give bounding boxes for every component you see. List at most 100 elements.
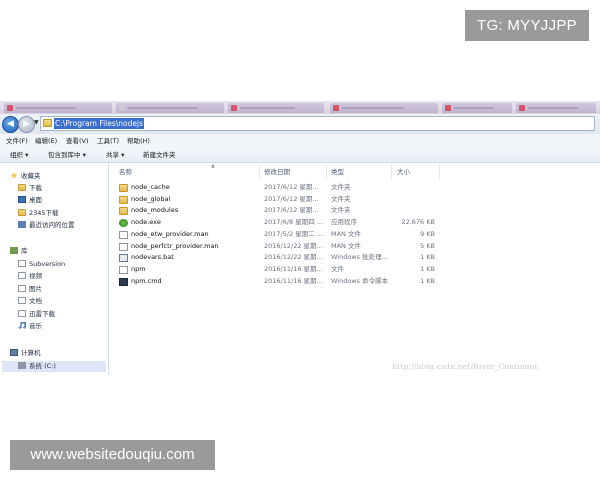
file-row[interactable]: nodevars.bat 2016/12/22 星期... Windows 批处理.…	[109, 252, 600, 264]
nav-computer[interactable]: 计算机	[10, 348, 41, 359]
include-in-library-button[interactable]: 包含到库中 ▾	[48, 150, 86, 160]
cmd-script-icon	[119, 277, 128, 286]
documents-library-icon	[18, 297, 26, 304]
nav-item-label: 文档	[29, 297, 42, 305]
file-row[interactable]: node_global 2017/6/12 星期... 文件夹	[109, 194, 600, 206]
column-header-date[interactable]: 修改日期	[264, 167, 290, 177]
file-name: node.exe	[131, 218, 161, 227]
navigation-pane: 收藏夹 下载 桌面 2345下载 最近访问的位置 库 Subversion 视频…	[0, 163, 109, 375]
file-row[interactable]: node_cache 2017/6/12 星期... 文件夹	[109, 182, 600, 194]
file-size	[391, 205, 435, 217]
file-size: 5 KB	[420, 241, 435, 250]
file-type: Windows 命令脚本	[331, 276, 389, 285]
nav-item-subversion[interactable]: Subversion	[18, 259, 65, 270]
address-path[interactable]: C:\Program Files\nodejs	[54, 118, 145, 129]
file-row[interactable]: node.exe 2017/6/8 星期四 ... 应用程序 22,676 KB	[109, 217, 600, 229]
nav-library[interactable]: 库	[10, 246, 28, 257]
nav-item-documents[interactable]: 文档	[18, 296, 42, 307]
tab-favicon-icon	[7, 105, 13, 111]
column-divider[interactable]	[326, 165, 327, 179]
column-divider[interactable]	[391, 165, 392, 179]
subversion-library-icon	[18, 260, 26, 267]
browser-tab-strip	[0, 101, 600, 114]
nav-item-system-drive[interactable]: 系统 (C:)	[2, 361, 106, 372]
file-name: nodevars.bat	[131, 253, 174, 262]
file-type: MAN 文件	[331, 241, 361, 250]
browser-tab[interactable]	[116, 103, 224, 113]
music-note-icon	[18, 322, 26, 329]
file-icon	[119, 230, 128, 239]
menu-edit[interactable]: 编辑(E)	[35, 136, 57, 146]
browser-tab[interactable]	[330, 103, 438, 113]
nav-item-recent-places[interactable]: 最近访问的位置	[18, 220, 75, 231]
menu-help[interactable]: 帮助(H)	[127, 136, 150, 146]
tab-favicon-icon	[119, 105, 125, 111]
file-modified-date: 2017/5/2 星期二 ...	[264, 229, 324, 238]
browser-tab[interactable]	[4, 103, 112, 113]
history-dropdown-icon[interactable]: ▼	[34, 119, 39, 126]
file-row[interactable]: node_perfctr_provider.man 2016/12/22 星期..…	[109, 241, 600, 253]
column-header-name[interactable]: 名称	[119, 167, 132, 177]
explorer-window: ◀ ▶ ▼ C:\Program Files\nodejs 文件(F) 编辑(E…	[0, 101, 600, 375]
videos-library-icon	[18, 272, 26, 279]
address-bar[interactable]: C:\Program Files\nodejs	[40, 116, 595, 131]
file-icon	[119, 242, 128, 251]
nav-item-label: 桌面	[29, 196, 42, 204]
folder-icon	[119, 207, 128, 216]
menu-file[interactable]: 文件(F)	[6, 136, 28, 146]
nav-item-thunder-downloads[interactable]: 迅雷下载	[18, 309, 55, 320]
nav-item-videos[interactable]: 视频	[18, 271, 42, 282]
nav-item-desktop[interactable]: 桌面	[18, 195, 42, 206]
back-button[interactable]: ◀	[2, 116, 19, 133]
file-modified-date: 2017/6/12 星期...	[264, 194, 319, 203]
file-name: node_global	[131, 194, 171, 203]
file-row[interactable]: npm.cmd 2016/11/16 星期... Windows 命令脚本 1 KB	[109, 276, 600, 288]
file-row[interactable]: npm 2016/11/16 星期... 文件 1 KB	[109, 264, 600, 276]
file-name: node_perfctr_provider.man	[131, 241, 219, 250]
forward-button[interactable]: ▶	[18, 116, 35, 133]
nav-item-pictures[interactable]: 图片	[18, 284, 42, 295]
column-header-size[interactable]: 大小	[397, 167, 410, 177]
column-divider[interactable]	[259, 165, 260, 179]
nav-favorites[interactable]: 收藏夹	[10, 171, 41, 182]
file-type: 文件	[331, 264, 344, 273]
file-size	[391, 194, 435, 206]
file-row[interactable]: node_modules 2017/6/12 星期... 文件夹	[109, 205, 600, 217]
column-divider[interactable]	[439, 165, 440, 179]
nav-item-label: 2345下载	[29, 209, 59, 217]
tab-favicon-icon	[519, 105, 525, 111]
folder-icon	[119, 195, 128, 204]
file-size	[391, 182, 435, 194]
nav-item-2345-downloads[interactable]: 2345下载	[18, 208, 59, 219]
nav-item-downloads[interactable]: 下载	[18, 183, 42, 194]
menu-view[interactable]: 查看(V)	[66, 136, 89, 146]
folder-icon	[119, 184, 128, 192]
library-icon	[10, 247, 18, 254]
file-size: 1 KB	[420, 264, 435, 273]
organize-button[interactable]: 组织 ▾	[10, 150, 28, 160]
nav-library-label: 库	[21, 247, 28, 255]
file-type: 文件夹	[331, 183, 351, 191]
tab-favicon-icon	[231, 105, 237, 111]
nav-item-label: Subversion	[29, 260, 66, 268]
new-folder-button[interactable]: 新建文件夹	[143, 150, 176, 160]
file-type: 应用程序	[331, 218, 357, 227]
thunder-downloads-icon	[18, 310, 26, 317]
nav-item-label: 音乐	[29, 322, 42, 330]
recent-places-icon	[18, 221, 26, 228]
file-modified-date: 2017/6/12 星期...	[264, 206, 319, 215]
file-name: node_etw_provider.man	[131, 229, 209, 238]
folder-icon	[18, 209, 26, 216]
downloads-folder-icon	[18, 184, 26, 191]
browser-tab[interactable]	[516, 103, 596, 113]
menu-tools[interactable]: 工具(T)	[97, 136, 119, 146]
browser-tab[interactable]	[442, 103, 512, 113]
column-header-type[interactable]: 类型	[331, 167, 344, 177]
browser-tab[interactable]	[228, 103, 324, 113]
pictures-library-icon	[18, 285, 26, 292]
file-size: 1 KB	[420, 276, 435, 285]
tab-favicon-icon	[333, 105, 339, 111]
nav-item-music[interactable]: 音乐	[18, 321, 42, 332]
share-button[interactable]: 共享 ▾	[106, 150, 124, 160]
file-row[interactable]: node_etw_provider.man 2017/5/2 星期二 ... MAN…	[109, 229, 600, 241]
